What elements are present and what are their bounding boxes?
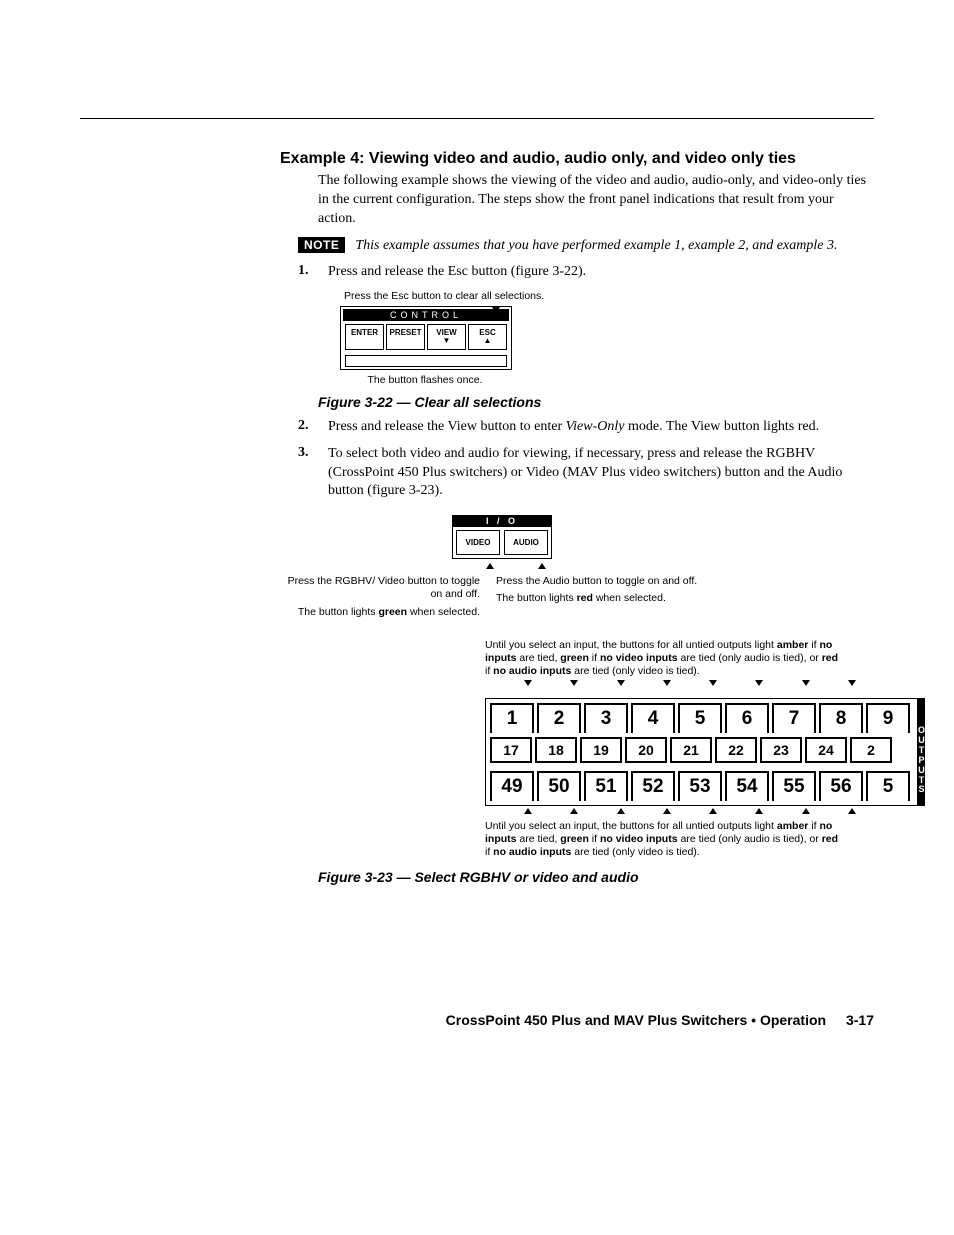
output-button[interactable]: 56 <box>819 771 863 801</box>
output-button[interactable]: 2 <box>537 703 581 733</box>
output-button[interactable]: 23 <box>760 737 802 763</box>
arrow-down-icon <box>492 300 500 318</box>
io-arrow-connectors <box>450 563 582 569</box>
output-row-1: 1 2 3 4 5 6 7 8 9 <box>490 703 913 733</box>
video-callout: Press the RGBHV/ Video button to toggle … <box>280 575 488 618</box>
page-footer: CrossPoint 450 Plus and MAV Plus Switche… <box>446 1012 874 1028</box>
step-1: 1. Press and release the Esc button (fig… <box>298 263 874 282</box>
output-button[interactable]: 51 <box>584 771 628 801</box>
output-button[interactable]: 22 <box>715 737 757 763</box>
output-button[interactable]: 53 <box>678 771 722 801</box>
output-indication-top: Until you select an input, the buttons f… <box>485 639 845 678</box>
video-button[interactable]: VIDEO <box>456 530 500 555</box>
note-badge: NOTE <box>298 237 345 253</box>
step-num: 1. <box>298 263 328 279</box>
output-button[interactable]: 21 <box>670 737 712 763</box>
intro-paragraph: The following example shows the viewing … <box>318 172 874 229</box>
output-button[interactable]: 50 <box>537 771 581 801</box>
esc-button[interactable]: ESC ▲ <box>468 324 507 350</box>
output-button[interactable]: 20 <box>625 737 667 763</box>
output-button[interactable]: 18 <box>535 737 577 763</box>
output-button[interactable]: 6 <box>725 703 769 733</box>
output-button[interactable]: 17 <box>490 737 532 763</box>
arrow-up-icon <box>538 563 546 569</box>
io-header: I / O <box>452 515 552 527</box>
footer-title: CrossPoint 450 Plus and MAV Plus Switche… <box>446 1012 826 1028</box>
figure-3-23: I / O VIDEO AUDIO Press the RGBHV/ Video… <box>280 513 874 859</box>
audio-callout: Press the Audio button to toggle on and … <box>488 575 716 618</box>
enter-button[interactable]: ENTER <box>345 324 384 350</box>
output-indication-bottom: Until you select an input, the buttons f… <box>485 820 845 859</box>
fig22-top-label: Press the Esc button to clear all select… <box>344 290 874 302</box>
output-button[interactable]: 19 <box>580 737 622 763</box>
output-row-3: 49 50 51 52 53 54 55 56 5 <box>490 771 913 801</box>
output-button[interactable]: 7 <box>772 703 816 733</box>
fig22-bottom-label: The button flashes once. <box>340 374 510 386</box>
control-panel: CONTROL ENTER PRESET VIEW ▼ ESC ▲ <box>340 306 512 370</box>
output-button[interactable]: 52 <box>631 771 675 801</box>
step-num: 2. <box>298 418 328 434</box>
fig23-caption: Figure 3-23 — Select RGBHV or video and … <box>318 869 874 885</box>
output-button[interactable]: 3 <box>584 703 628 733</box>
note-text: This example assumes that you have perfo… <box>355 237 874 255</box>
step-2: 2. Press and release the View button to … <box>298 418 874 437</box>
output-button[interactable]: 1 <box>490 703 534 733</box>
output-button[interactable]: 8 <box>819 703 863 733</box>
outputs-side-label: OUTPUTS <box>918 698 925 806</box>
output-button[interactable]: 49 <box>490 771 534 801</box>
figure-3-22: Press the Esc button to clear all select… <box>340 290 874 386</box>
step-num: 3. <box>298 445 328 461</box>
output-button[interactable]: 2 <box>850 737 892 763</box>
output-row-2: 17 18 19 20 21 22 23 24 2 <box>490 737 913 767</box>
page-number: 3-17 <box>846 1012 874 1028</box>
led-strip <box>345 355 507 367</box>
step-text: Press and release the View button to ent… <box>328 418 874 437</box>
top-rule <box>80 118 874 119</box>
audio-button[interactable]: AUDIO <box>504 530 548 555</box>
output-button[interactable]: 4 <box>631 703 675 733</box>
view-button[interactable]: VIEW ▼ <box>427 324 466 350</box>
output-button[interactable]: 24 <box>805 737 847 763</box>
output-button[interactable]: 54 <box>725 771 769 801</box>
arrow-connectors-top <box>485 678 895 688</box>
fig22-caption: Figure 3-22 — Clear all selections <box>318 394 874 410</box>
control-header: CONTROL <box>343 309 509 321</box>
output-button[interactable]: 9 <box>866 703 910 733</box>
output-button[interactable]: 5 <box>866 771 910 801</box>
step-text: Press and release the Esc button (figure… <box>328 263 874 282</box>
output-button[interactable]: 5 <box>678 703 722 733</box>
section-heading: Example 4: Viewing video and audio, audi… <box>280 150 874 168</box>
arrow-connectors-bottom <box>485 806 895 816</box>
preset-button[interactable]: PRESET <box>386 324 425 350</box>
step-3: 3. To select both video and audio for vi… <box>298 445 874 502</box>
step-text: To select both video and audio for viewi… <box>328 445 874 502</box>
note-row: NOTE This example assumes that you have … <box>298 237 874 255</box>
io-panel: I / O VIDEO AUDIO <box>450 513 554 561</box>
triangle-up-icon: ▲ <box>469 337 506 345</box>
triangle-down-icon: ▼ <box>428 337 465 345</box>
output-button[interactable]: 55 <box>772 771 816 801</box>
arrow-up-icon <box>486 563 494 569</box>
outputs-panel: 1 2 3 4 5 6 7 8 9 17 18 19 20 <box>485 698 875 806</box>
